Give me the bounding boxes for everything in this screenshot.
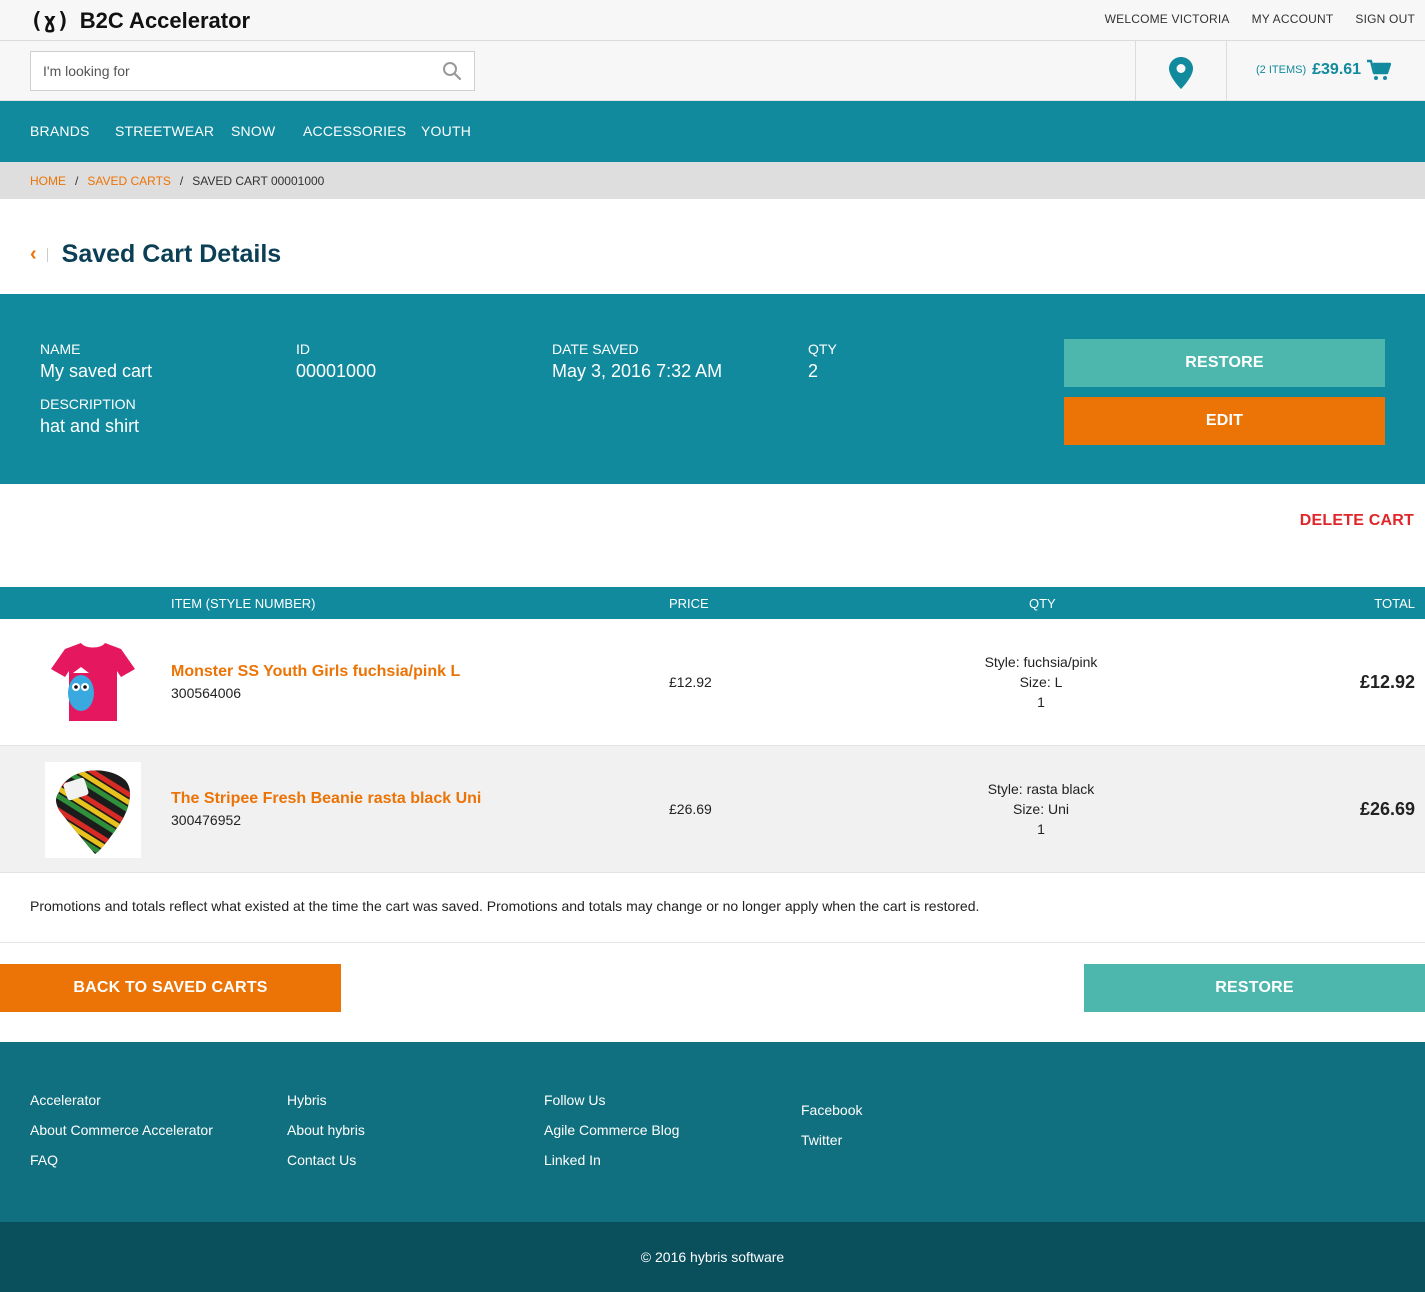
footer-link[interactable]: Facebook (801, 1102, 862, 1132)
product-qty: 1 (1037, 821, 1045, 837)
restore-button-bottom[interactable]: RESTORE (1084, 964, 1425, 1012)
restore-button[interactable]: RESTORE (1064, 339, 1385, 387)
delete-cart-link[interactable]: DELETE CART (1300, 512, 1414, 530)
top-bar: (ɣ) B2C Accelerator WELCOME VICTORIA MY … (0, 0, 1425, 41)
table-header: ITEM (STYLE NUMBER) PRICE QTY TOTAL (0, 587, 1425, 619)
breadcrumb-saved-carts[interactable]: SAVED CARTS (87, 174, 171, 188)
page-title: Saved Cart Details (61, 240, 282, 268)
column-header-qty: QTY (1029, 596, 1056, 611)
table-row: Monster SS Youth Girls fuchsia/pink L 30… (0, 619, 1425, 746)
footer-column-accelerator: Accelerator About Commerce Accelerator F… (30, 1092, 213, 1182)
footer-link[interactable]: Contact Us (287, 1152, 365, 1182)
back-to-saved-carts-button[interactable]: BACK TO SAVED CARTS (0, 964, 341, 1012)
nav-item-snow[interactable]: SNOW (231, 123, 275, 139)
footer-link[interactable]: About Commerce Accelerator (30, 1122, 213, 1152)
logo-text: B2C Accelerator (79, 8, 251, 33)
column-header-price: PRICE (669, 596, 709, 611)
table-row: The Stripee Fresh Beanie rasta black Uni… (0, 746, 1425, 873)
tshirt-image (51, 643, 135, 721)
product-style: Style: rasta black (987, 781, 1095, 797)
search-row: (2 ITEMS) £39.61 (0, 41, 1425, 101)
name-label: NAME (40, 341, 81, 357)
nav-item-youth[interactable]: YOUTH (421, 123, 471, 139)
search-box (30, 51, 475, 91)
product-price: £26.69 (669, 801, 712, 817)
product-style: Style: fuchsia/pink (984, 654, 1098, 670)
footer-heading: Accelerator (30, 1092, 101, 1108)
copyright-text: © 2016 hybris software (640, 1249, 785, 1265)
logo-mark: (ɣ) (30, 8, 70, 34)
search-input[interactable] (31, 52, 421, 90)
footer-link[interactable]: FAQ (30, 1152, 213, 1182)
nav-item-accessories[interactable]: ACCESSORIES (303, 123, 406, 139)
page-title-row: ‹ Saved Cart Details (30, 240, 281, 269)
footer-column-follow-us: Follow Us Agile Commerce Blog Linked In (544, 1092, 679, 1182)
product-qty: 1 (1037, 694, 1045, 710)
footer-link[interactable]: Twitter (801, 1132, 862, 1162)
product-code: 300476952 (171, 812, 242, 828)
date-saved-value: May 3, 2016 7:32 AM (552, 361, 723, 381)
product-size: Size: L (1019, 674, 1063, 690)
promotions-note: Promotions and totals reflect what exist… (30, 898, 980, 914)
date-saved-label: DATE SAVED (552, 341, 639, 357)
account-links: WELCOME VICTORIA MY ACCOUNT SIGN OUT (1083, 12, 1415, 26)
minicart-items: (2 ITEMS) (1256, 64, 1307, 76)
divider (0, 942, 1425, 943)
footer-link[interactable]: Linked In (544, 1152, 679, 1182)
id-value: 00001000 (296, 361, 377, 381)
breadcrumb-home[interactable]: HOME (30, 174, 66, 188)
product-qty-cell: Style: rasta black Size: Uni 1 (941, 779, 1141, 839)
product-total: £26.69 (1359, 799, 1415, 819)
mini-cart[interactable]: (2 ITEMS) £39.61 (1256, 59, 1392, 81)
footer-heading: Follow Us (544, 1092, 606, 1108)
sign-out-link[interactable]: SIGN OUT (1355, 12, 1415, 26)
search-icon[interactable] (442, 61, 462, 81)
my-account-link[interactable]: MY ACCOUNT (1252, 12, 1334, 26)
product-qty-cell: Style: fuchsia/pink Size: L 1 (941, 652, 1141, 712)
footer-link[interactable]: Agile Commerce Blog (544, 1122, 679, 1152)
main-nav: BRANDS STREETWEAR SNOW ACCESSORIES YOUTH (0, 101, 1425, 162)
breadcrumb-current: SAVED CART 00001000 (192, 174, 325, 188)
cart-icon (1367, 59, 1392, 80)
product-thumbnail-beanie[interactable] (45, 762, 141, 858)
product-name-link[interactable]: Monster SS Youth Girls fuchsia/pink L (171, 663, 460, 681)
nav-item-brands[interactable]: BRANDS (30, 123, 90, 139)
back-chevron-icon[interactable]: ‹ (30, 243, 37, 266)
breadcrumb-separator: / (75, 174, 79, 188)
footer-heading: Hybris (287, 1092, 327, 1108)
cart-details-panel: NAME My saved cart ID 00001000 DATE SAVE… (0, 294, 1425, 484)
description-value: hat and shirt (40, 416, 140, 436)
store-finder[interactable] (1135, 41, 1227, 101)
edit-button[interactable]: EDIT (1064, 397, 1385, 445)
product-price: £12.92 (669, 674, 712, 690)
location-pin-icon (1169, 57, 1193, 89)
beanie-image (56, 770, 131, 854)
site-logo[interactable]: (ɣ) B2C Accelerator (30, 8, 250, 34)
column-header-item: ITEM (STYLE NUMBER) (171, 596, 316, 611)
product-size: Size: Uni (1012, 801, 1070, 817)
footer-column-social: Facebook Twitter (801, 1102, 862, 1162)
product-total: £12.92 (1359, 672, 1415, 692)
breadcrumb: HOME / SAVED CARTS / SAVED CART 00001000 (0, 162, 1425, 199)
column-header-total: TOTAL (1374, 596, 1415, 611)
minicart-amount: £39.61 (1312, 61, 1362, 78)
breadcrumb-separator: / (179, 174, 184, 188)
qty-label: QTY (808, 341, 837, 357)
product-thumbnail-tshirt[interactable] (45, 635, 141, 731)
nav-item-streetwear[interactable]: STREETWEAR (115, 123, 214, 139)
title-divider (46, 247, 48, 262)
id-label: ID (296, 341, 310, 357)
name-value: My saved cart (40, 361, 153, 381)
product-code: 300564006 (171, 685, 242, 701)
copyright-bar: © 2016 hybris software (0, 1222, 1425, 1292)
footer-column-hybris: Hybris About hybris Contact Us (287, 1092, 365, 1182)
footer: Accelerator About Commerce Accelerator F… (0, 1042, 1425, 1222)
product-name-link[interactable]: The Stripee Fresh Beanie rasta black Uni (171, 790, 481, 808)
footer-link[interactable]: About hybris (287, 1122, 365, 1152)
welcome-text: WELCOME VICTORIA (1104, 12, 1230, 26)
qty-value: 2 (808, 361, 819, 381)
description-label: DESCRIPTION (40, 396, 136, 412)
